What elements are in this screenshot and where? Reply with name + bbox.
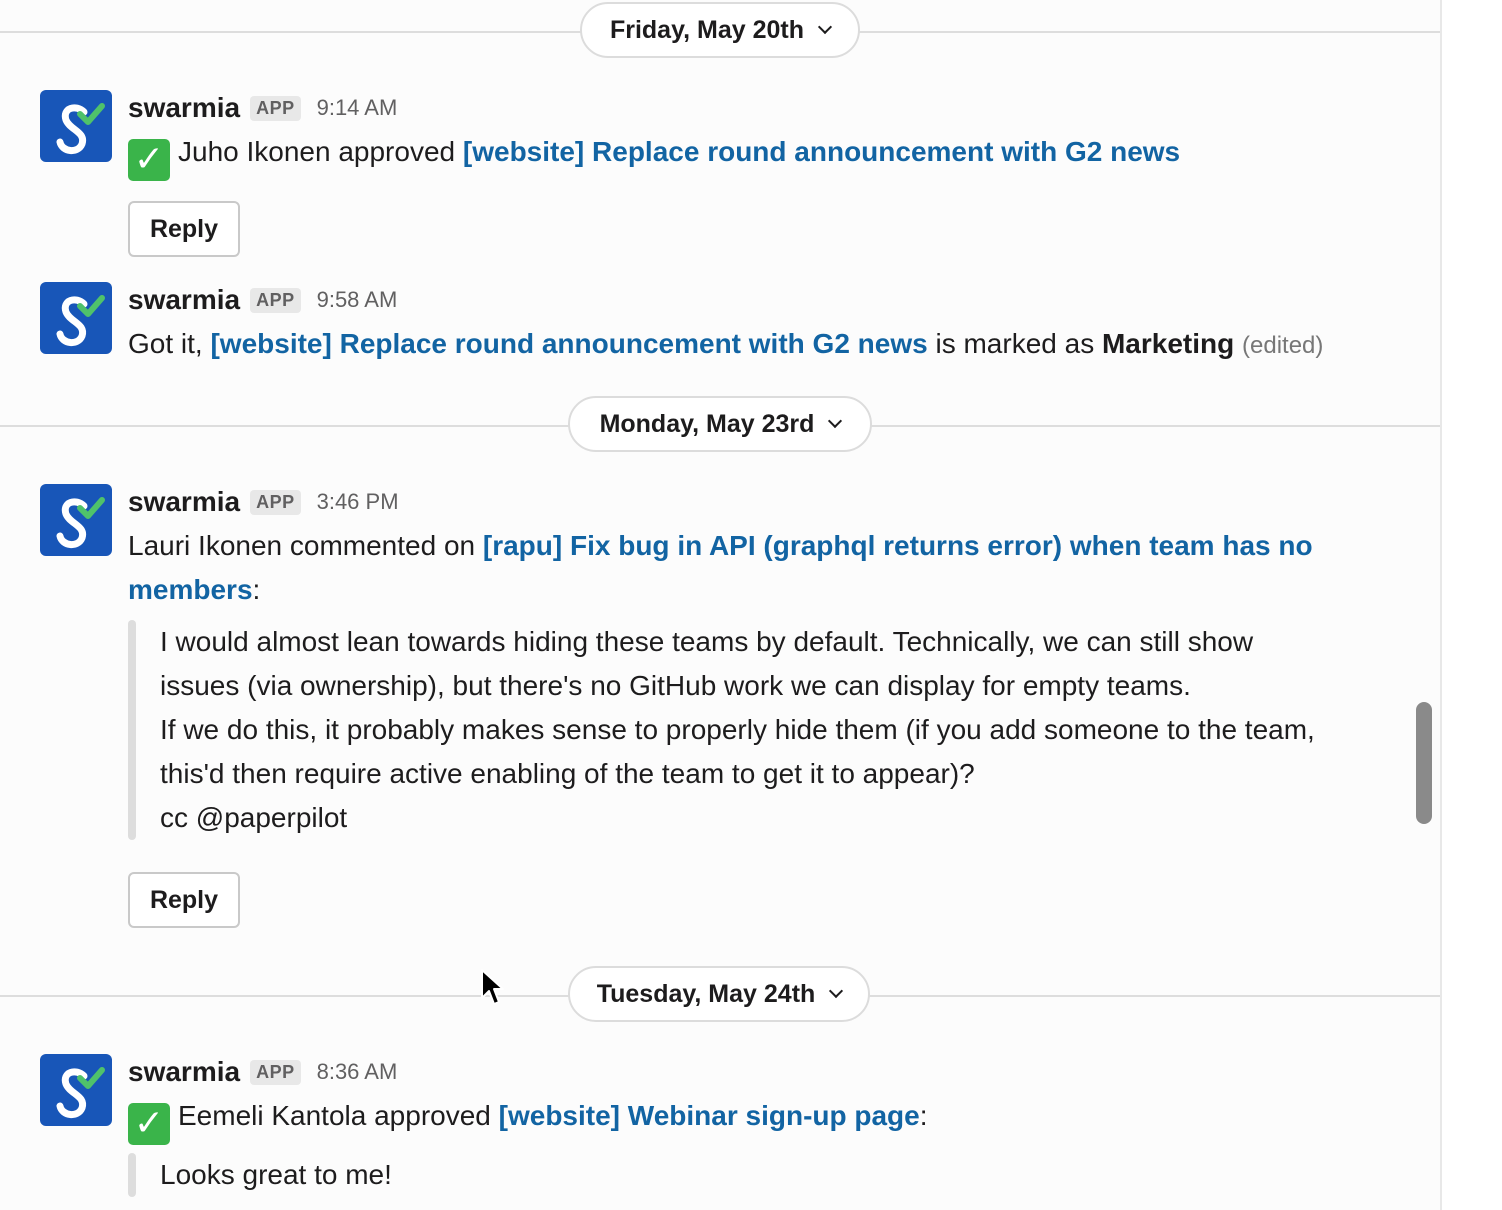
mouse-cursor-icon	[481, 969, 504, 1005]
quote-line: Looks great to me!	[160, 1159, 392, 1190]
swarmia-logo-icon	[56, 497, 105, 548]
sender-name[interactable]: swarmia	[128, 1056, 240, 1088]
message-text: Got it, [website] Replace round announce…	[128, 322, 1360, 368]
check-mark-icon: ✓	[128, 1103, 170, 1145]
timestamp[interactable]: 3:46 PM	[317, 489, 399, 515]
swarmia-logo-icon	[56, 103, 105, 154]
pr-link[interactable]: [website] Replace round announcement wit…	[210, 328, 927, 359]
sender-name[interactable]: swarmia	[128, 92, 240, 124]
sender-name[interactable]: swarmia	[128, 486, 240, 518]
message-header: swarmia APP 9:58 AM	[128, 282, 1360, 318]
quote-line: If we do this, it probably makes sense t…	[160, 714, 1315, 789]
avatar[interactable]	[40, 90, 112, 162]
date-label: Tuesday, May 24th	[596, 979, 816, 1008]
reply-button[interactable]: Reply	[128, 872, 240, 928]
date-label: Monday, May 23rd	[599, 409, 815, 438]
message-body: swarmia APP 8:36 AM ✓ Eemeli Kantola appr…	[128, 1054, 1360, 1197]
date-divider: Tuesday, May 24th	[0, 966, 1440, 1026]
timestamp[interactable]: 8:36 AM	[317, 1059, 398, 1085]
category-label: Marketing	[1101, 328, 1235, 359]
app-badge: APP	[250, 489, 301, 515]
message-header: swarmia APP 9:14 AM	[128, 90, 1360, 126]
timestamp[interactable]: 9:14 AM	[317, 95, 398, 121]
quoted-comment: I would almost lean towards hiding these…	[128, 620, 1330, 840]
message-text: Lauri Ikonen commented on [rapu] Fix bug…	[128, 524, 1328, 612]
message-body: swarmia APP 3:46 PM Lauri Ikonen comment…	[128, 484, 1360, 928]
swarmia-logo-icon	[56, 295, 105, 346]
quote-bar	[128, 620, 136, 840]
reply-button[interactable]: Reply	[128, 201, 240, 257]
chevron-down-icon	[829, 983, 844, 999]
quote-line: cc @paperpilot	[160, 802, 348, 833]
avatar[interactable]	[40, 282, 112, 354]
message-header: swarmia APP 3:46 PM	[128, 484, 1360, 520]
date-label: Friday, May 20th	[609, 15, 805, 44]
check-mark-icon: ✓	[128, 139, 170, 181]
edited-label: (edited)	[1242, 332, 1324, 359]
actor-text: Juho Ikonen approved	[178, 136, 463, 167]
date-divider: Friday, May 20th	[0, 2, 1440, 62]
message-prefix: Got it,	[128, 328, 211, 359]
message-text: ✓ Eemeli Kantola approved [website] Webin…	[128, 1094, 1360, 1145]
colon: :	[919, 1100, 928, 1131]
quoted-comment: Looks great to me!	[128, 1153, 1360, 1197]
message-body: swarmia APP 9:14 AM ✓ Juho Ikonen approve…	[128, 90, 1360, 257]
app-badge: APP	[250, 1059, 301, 1085]
quote-bar	[128, 1153, 136, 1197]
actor-text: Lauri Ikonen commented on	[128, 530, 483, 561]
app-badge: APP	[250, 95, 301, 121]
message-body: swarmia APP 9:58 AM Got it, [website] Re…	[128, 282, 1360, 368]
swarmia-logo-icon	[56, 1067, 105, 1118]
timestamp[interactable]: 9:58 AM	[317, 287, 398, 313]
message-header: swarmia APP 8:36 AM	[128, 1054, 1360, 1090]
chevron-down-icon	[828, 413, 843, 429]
pr-link[interactable]: [website] Webinar sign-up page	[499, 1100, 920, 1131]
avatar[interactable]	[40, 1054, 112, 1126]
quote-line: I would almost lean towards hiding these…	[160, 626, 1254, 701]
pr-link[interactable]: [website] Replace round announcement wit…	[463, 136, 1180, 167]
date-pill[interactable]: Friday, May 20th	[580, 2, 860, 58]
avatar[interactable]	[40, 484, 112, 556]
message-middle: is marked as	[927, 328, 1102, 359]
app-badge: APP	[250, 287, 301, 313]
date-pill[interactable]: Tuesday, May 24th	[568, 966, 870, 1022]
scrollbar-thumb[interactable]	[1416, 702, 1432, 824]
actor-text: Eemeli Kantola approved	[178, 1100, 499, 1131]
date-pill[interactable]: Monday, May 23rd	[568, 396, 872, 452]
sender-name[interactable]: swarmia	[128, 284, 240, 316]
message-pane[interactable]: Friday, May 20th swarmia APP 9:14 AM ✓ Ju…	[0, 0, 1442, 1210]
date-divider: Monday, May 23rd	[0, 396, 1440, 456]
chevron-down-icon	[817, 19, 833, 35]
message-text: ✓ Juho Ikonen approved [website] Replace …	[128, 130, 1360, 181]
colon: :	[252, 574, 261, 605]
